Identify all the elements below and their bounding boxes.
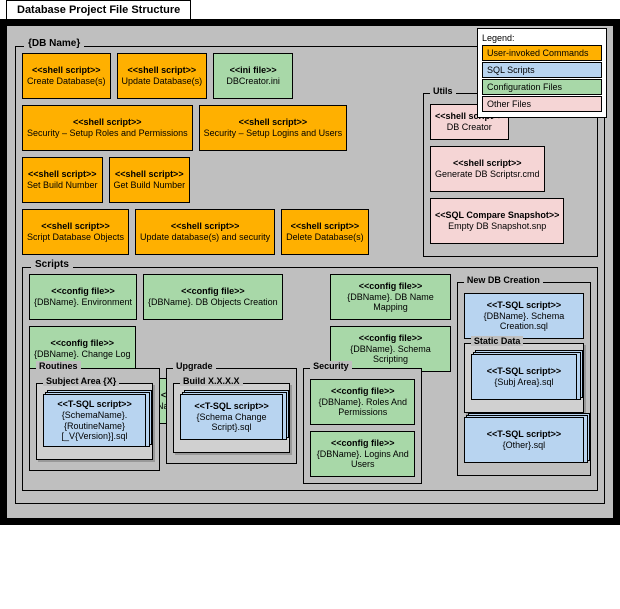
gen-scripts-box: <<shell script>>Generate DB Scriptsr.cmd <box>430 146 545 192</box>
cfg-environment: <<config file>>{DBName}. Environment <box>29 274 137 320</box>
diagram-title-tab: Database Project File Structure <box>6 0 191 19</box>
outer-frame: Legend: User-invoked Commands SQL Script… <box>0 19 620 525</box>
upgrade-section: Upgrade Build X.X.X.X <<T-SQL script>>{S… <box>166 368 297 464</box>
legend-title: Legend: <box>482 33 602 43</box>
build-title: Build X.X.X.X <box>180 376 243 386</box>
empty-snapshot-box: <<SQL Compare Snapshot>>Empty DB Snapsho… <box>430 198 564 244</box>
legend-item-commands: User-invoked Commands <box>482 45 602 61</box>
security-logins-box: <<shell script>>Security – Setup Logins … <box>199 105 348 151</box>
legend-item-other: Other Files <box>482 96 602 112</box>
newdb-title: New DB Creation <box>464 275 543 285</box>
newdb-section: New DB Creation <<T-SQL script>>{DBName}… <box>457 282 591 476</box>
other-sql-box: <<T-SQL script>>{Other}.sql <box>464 417 584 463</box>
cfg-roles-perms: <<config file>>{DBName}. Roles And Permi… <box>310 379 415 425</box>
set-build-box: <<shell script>>Set Build Number <box>22 157 103 203</box>
dbcreator-ini-box: <<ini file>>DBCreator.ini <box>213 53 293 99</box>
cfg-namemapping: <<config file>>{DBName}. DB Name Mapping <box>330 274 451 320</box>
main-canvas: Legend: User-invoked Commands SQL Script… <box>6 25 614 519</box>
row-3: <<shell script>>Script Database Objects … <box>22 209 415 255</box>
legend-item-config: Configuration Files <box>482 79 602 95</box>
utils-title: Utils <box>430 86 456 96</box>
cfg-dbobjects: <<config file>>{DBName}. DB Objects Crea… <box>143 274 283 320</box>
subj-area-box: <<T-SQL script>>{Subj Area}.sql <box>471 354 577 400</box>
routine-sql-box: <<T-SQL script>>{SchemaName}.{RoutineNam… <box>43 394 146 447</box>
db-name-title: {DB Name} <box>24 38 84 49</box>
delete-db-box: <<shell script>>Delete Database(s) <box>281 209 369 255</box>
routines-title: Routines <box>36 361 81 371</box>
subject-area-title: Subject Area {X} <box>43 376 119 386</box>
build-section: Build X.X.X.X <<T-SQL script>>{Schema Ch… <box>173 383 290 453</box>
legend: Legend: User-invoked Commands SQL Script… <box>477 28 607 118</box>
update-db-box: <<shell script>>Update Database(s) <box>117 53 208 99</box>
scripts-section: Scripts <<config file>>{DBName}. Environ… <box>22 267 598 491</box>
create-db-box: <<shell script>>Create Database(s) <box>22 53 111 99</box>
cfg-logins-users: <<config file>>{DBName}. Logins And User… <box>310 431 415 477</box>
get-build-box: <<shell script>>Get Build Number <box>109 157 191 203</box>
subject-area-section: Subject Area {X} <<T-SQL script>>{Schema… <box>36 383 153 460</box>
security-roles-box: <<shell script>>Security – Setup Roles a… <box>22 105 193 151</box>
schema-change-box: <<T-SQL script>>{Schema Change Script}.s… <box>180 394 283 440</box>
scripts-title: Scripts <box>31 259 73 270</box>
schema-creation-box: <<T-SQL script>>{DBName}. Schema Creatio… <box>464 293 584 339</box>
row-2: <<shell script>>Security – Setup Roles a… <box>22 105 415 203</box>
routines-section: Routines Subject Area {X} <<T-SQL script… <box>29 368 160 471</box>
static-data-section: Static Data <<T-SQL script>>{Subj Area}.… <box>464 343 584 413</box>
security-section: Security <<config file>>{DBName}. Roles … <box>303 368 422 484</box>
script-objects-box: <<shell script>>Script Database Objects <box>22 209 129 255</box>
security-title: Security <box>310 361 352 371</box>
upgrade-title: Upgrade <box>173 361 216 371</box>
row-1: <<shell script>>Create Database(s) <<she… <box>22 53 415 99</box>
legend-item-sql: SQL Scripts <box>482 62 602 78</box>
update-db-sec-box: <<shell script>>Update database(s) and s… <box>135 209 275 255</box>
static-data-title: Static Data <box>471 336 524 346</box>
